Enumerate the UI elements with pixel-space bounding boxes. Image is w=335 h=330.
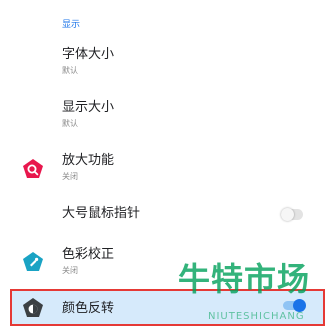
color-inversion-icon (22, 297, 44, 319)
setting-subtitle: 默认 (62, 119, 78, 128)
watermark-logo: 牛特市场 (178, 260, 311, 298)
setting-font-size[interactable]: 字体大小 默认 (0, 48, 335, 80)
setting-title: 大号鼠标指针 (62, 206, 141, 221)
setting-title: 放大功能 (62, 153, 115, 168)
section-header-display: 显示 (62, 20, 81, 30)
setting-large-mouse-pointer[interactable]: 大号鼠标指针 (0, 207, 335, 225)
toggle-knob (281, 208, 294, 221)
setting-subtitle: 关闭 (62, 172, 78, 181)
watermark-text: NIUTESHICHANG (208, 311, 305, 322)
setting-magnification[interactable]: 放大功能 关闭 (0, 154, 335, 186)
color-correction-icon (22, 251, 44, 273)
color-inversion-toggle[interactable] (283, 299, 306, 312)
setting-subtitle: 默认 (62, 66, 78, 75)
setting-title: 显示大小 (62, 100, 115, 115)
setting-display-size[interactable]: 显示大小 默认 (0, 101, 335, 133)
magnifier-icon (22, 158, 44, 180)
setting-title: 字体大小 (62, 47, 115, 62)
setting-title: 色彩校正 (62, 247, 115, 262)
setting-title: 颜色反转 (62, 301, 115, 316)
large-pointer-toggle[interactable] (281, 208, 303, 221)
setting-subtitle: 关闭 (62, 266, 78, 275)
